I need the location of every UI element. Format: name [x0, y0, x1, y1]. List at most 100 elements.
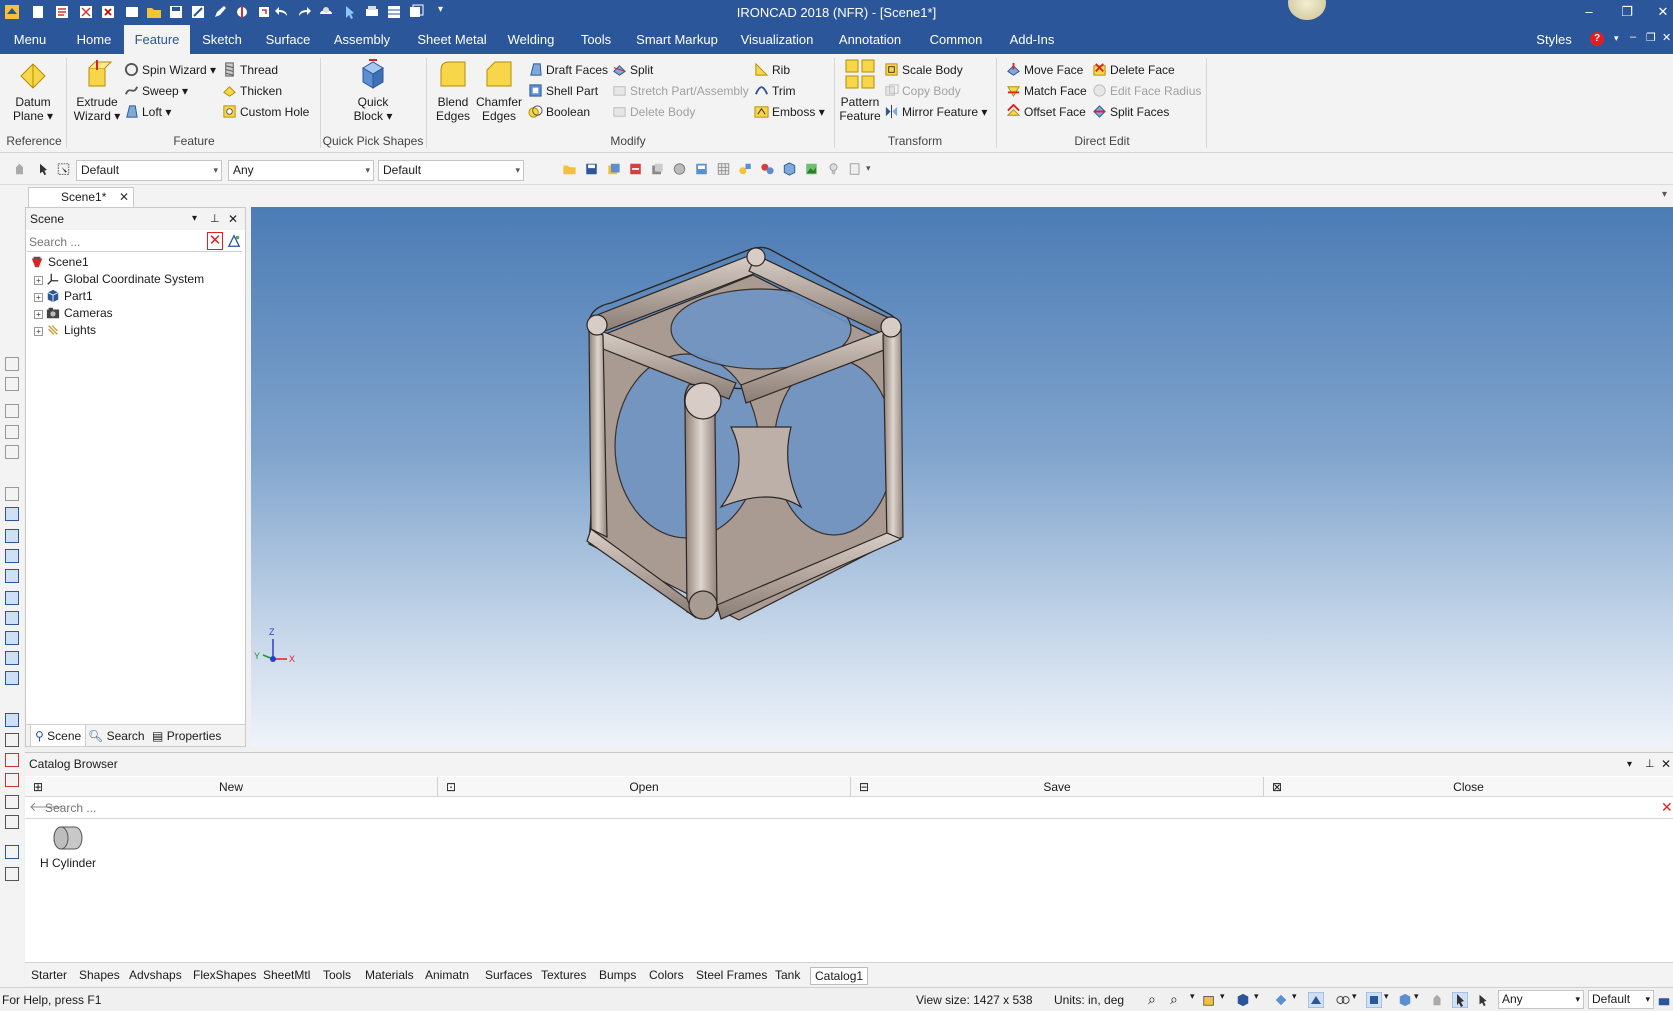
delete-body-button[interactable]: Delete Body	[612, 102, 695, 122]
draft-faces-button[interactable]: Draft Faces	[528, 60, 608, 80]
select-box-icon[interactable]	[56, 162, 71, 176]
pan-tool-icon[interactable]	[12, 162, 27, 176]
catalog-new-button[interactable]: ⊞ New	[25, 777, 438, 797]
tree-item-cameras[interactable]: + Cameras	[34, 304, 113, 322]
catalog-item-h-cylinder[interactable]: H Cylinder	[33, 823, 103, 879]
tree-item-lights[interactable]: + Lights	[34, 321, 96, 339]
section-dropdown-icon[interactable]: ▾	[1292, 991, 1297, 1002]
zoom-dropdown-icon[interactable]: ▾	[1190, 991, 1195, 1002]
3d-viewport[interactable]: Z Y X	[251, 207, 1673, 746]
close-panel-icon[interactable]: ✕	[228, 208, 238, 230]
select-status-icon[interactable]	[1452, 992, 1468, 1008]
visibility-icon[interactable]	[1336, 993, 1350, 1007]
sweep-button[interactable]: Sweep ▾	[124, 81, 188, 101]
search-options-icon[interactable]	[227, 234, 241, 248]
select-box-status-icon[interactable]	[1476, 993, 1490, 1007]
tab-search[interactable]: 🔍︎ Search	[88, 725, 145, 747]
angle-tool-icon[interactable]	[5, 795, 19, 809]
panel-dropdown-icon[interactable]: ▾	[192, 208, 197, 230]
lattice-cube-part[interactable]	[586, 246, 904, 621]
close-button[interactable]: ✕	[1648, 2, 1673, 22]
expand-icon[interactable]: +	[34, 310, 43, 319]
parts-icon[interactable]	[738, 162, 753, 176]
expand-icon[interactable]: +	[34, 293, 43, 302]
tab-tools[interactable]: Tools	[574, 25, 618, 54]
tab-assembly[interactable]: Assembly	[328, 25, 396, 54]
stretch-part-button[interactable]: Stretch Part/Assembly	[612, 81, 749, 101]
scene-search-input[interactable]	[27, 232, 205, 252]
match-face-button[interactable]: Match Face	[1006, 81, 1087, 101]
selection-filter-combo[interactable]: Default ▾	[76, 160, 222, 181]
image-icon[interactable]	[804, 162, 819, 176]
emboss-button[interactable]: Emboss ▾	[754, 102, 825, 122]
delete-face-button[interactable]: Delete Face	[1092, 60, 1175, 80]
selection-type-combo[interactable]: Any ▾	[228, 160, 374, 181]
styles-menu[interactable]: Styles	[1534, 25, 1574, 54]
restore-button[interactable]: ❐	[1612, 2, 1642, 22]
curve-tool-icon[interactable]	[5, 845, 19, 859]
tree-item-part1[interactable]: + Part1	[34, 287, 93, 305]
view-orient-icon[interactable]	[1202, 993, 1216, 1007]
offset-face-button[interactable]: Offset Face	[1006, 102, 1086, 122]
zoom-window-icon[interactable]: ⌕	[1170, 991, 1178, 1008]
custom-hole-button[interactable]: Custom Hole	[222, 102, 309, 122]
quick-block-button[interactable]: Quick Block ▾	[348, 58, 398, 123]
select-arrow-icon[interactable]	[36, 162, 51, 176]
section-icon[interactable]	[1274, 993, 1288, 1007]
catalog-tab-flexshapes[interactable]: FlexShapes	[193, 967, 256, 985]
view-orient-dropdown-icon[interactable]: ▾	[1220, 991, 1225, 1002]
mdi-close-icon[interactable]: ✕	[1662, 31, 1671, 44]
render-mode-icon[interactable]	[1366, 992, 1382, 1008]
shell-part-button[interactable]: Shell Part	[528, 81, 598, 101]
layer-tool-icon[interactable]	[5, 425, 19, 439]
tree-item-global-coordinate-system[interactable]: + Global Coordinate System	[34, 270, 204, 288]
catalog-tab-colors[interactable]: Colors	[649, 967, 684, 985]
view-left-icon[interactable]	[5, 631, 19, 645]
save-all-icon[interactable]	[606, 162, 621, 176]
catalog-tab-textures[interactable]: Textures	[541, 967, 586, 985]
catalog-tab-tank[interactable]: Tank	[775, 967, 800, 985]
view-top-icon[interactable]	[5, 529, 19, 543]
sphere-icon[interactable]	[672, 162, 687, 176]
tab-visualization[interactable]: Visualization	[736, 25, 818, 54]
pattern-feature-button[interactable]: Pattern Feature	[838, 58, 882, 123]
close-tab-icon[interactable]: ✕	[119, 190, 129, 204]
paste-tool-icon[interactable]	[5, 487, 19, 501]
measure-tool-icon[interactable]	[5, 733, 19, 747]
chamfer-edges-button[interactable]: Chamfer Edges	[476, 58, 522, 123]
mdi-minimize-icon[interactable]: –	[1630, 31, 1636, 43]
catalog-search-input[interactable]	[45, 798, 1645, 818]
catalog-close-icon[interactable]: ✕	[1661, 753, 1671, 776]
tab-scene[interactable]: ⚲ Scene	[30, 725, 87, 747]
doc-tab-scene1[interactable]: Scene1* ✕	[28, 187, 134, 207]
minimize-button[interactable]: –	[1574, 2, 1604, 22]
scale-body-button[interactable]: Scale Body	[884, 60, 963, 80]
tab-feature[interactable]: Feature	[124, 25, 190, 54]
rib-button[interactable]: Rib	[754, 60, 790, 80]
tab-common[interactable]: Common	[922, 25, 990, 54]
move-face-button[interactable]: Move Face	[1006, 60, 1083, 80]
view-back-icon[interactable]	[5, 591, 19, 605]
plane-tool-icon[interactable]	[5, 404, 19, 418]
spin-wizard-button[interactable]: Spin Wizard ▾	[124, 60, 216, 80]
catalog-dropdown-icon[interactable]: ▾	[1627, 753, 1632, 776]
status-filter-combo[interactable]: Any ▾	[1498, 990, 1584, 1009]
extrude-wizard-button[interactable]: Extrude Wizard ▾	[72, 58, 122, 123]
catalog-open-button[interactable]: ⊡ Open	[438, 777, 851, 797]
tab-smart-markup[interactable]: Smart Markup	[632, 25, 722, 54]
more-tools-icon[interactable]	[848, 162, 863, 176]
tab-list-icon[interactable]: ▾	[1662, 189, 1667, 200]
shaded-view-icon[interactable]	[1308, 992, 1324, 1008]
sketch-tool-icon[interactable]	[5, 377, 19, 391]
catalog-save-button[interactable]: ⊟ Save	[851, 777, 1264, 797]
camera-tool-icon[interactable]	[5, 753, 19, 767]
help-dropdown-icon[interactable]: ▾	[1614, 33, 1619, 44]
render-style-combo[interactable]: Default ▾	[378, 160, 524, 181]
folder-open-icon[interactable]	[562, 162, 577, 176]
zoom-icon[interactable]: ⌕	[1148, 991, 1156, 1008]
tab-surface[interactable]: Surface	[258, 25, 318, 54]
pin-icon[interactable]: ⊥	[210, 208, 220, 230]
light-icon[interactable]	[826, 162, 841, 176]
catalog-close-button[interactable]: ⊠ Close	[1264, 777, 1673, 797]
view-trimetric-icon[interactable]	[5, 651, 19, 665]
